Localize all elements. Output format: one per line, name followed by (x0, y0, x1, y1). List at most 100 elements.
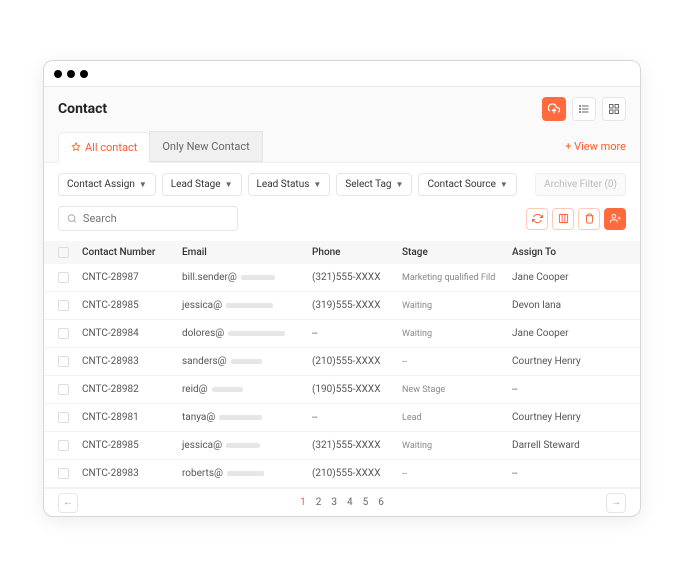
columns-icon (558, 213, 569, 224)
tabs: All contact Only New Contact + View more (44, 131, 640, 163)
cell-contact-number: CNTC-28985 (82, 440, 182, 451)
page-numbers: 123456 (300, 497, 384, 508)
table-row[interactable]: CNTC-28987 bill.sender@ (321)555-XXXX Ma… (44, 264, 640, 292)
page-3[interactable]: 3 (331, 497, 337, 508)
cell-email: sanders@ (182, 356, 312, 367)
filter-lead-status[interactable]: Lead Status▼ (248, 173, 331, 196)
col-stage[interactable]: Stage (402, 247, 512, 258)
page-title: Contact (58, 101, 107, 117)
cell-stage: New Stage (402, 385, 512, 395)
cell-stage: -- (402, 357, 512, 367)
tab-label: Only New Contact (162, 140, 249, 153)
row-checkbox[interactable] (58, 356, 69, 367)
cell-email: dolores@ (182, 328, 312, 339)
cell-phone: (321)555-XXXX (312, 272, 402, 283)
cell-assign: Jane Cooper (512, 272, 622, 283)
table-row[interactable]: CNTC-28984 dolores@ -- Waiting Jane Coop… (44, 320, 640, 348)
cell-phone: (210)555-XXXX (312, 468, 402, 479)
cell-assign: Devon lana (512, 300, 622, 311)
col-email[interactable]: Email (182, 247, 312, 258)
cell-assign: Jane Cooper (512, 328, 622, 339)
window-dot[interactable] (67, 70, 75, 78)
row-checkbox[interactable] (58, 468, 69, 479)
list-view-button[interactable] (572, 97, 596, 121)
cell-assign: -- (512, 384, 622, 395)
upload-button[interactable] (542, 97, 566, 121)
row-checkbox[interactable] (58, 300, 69, 311)
col-phone[interactable]: Phone (312, 247, 402, 258)
cell-contact-number: CNTC-28983 (82, 468, 182, 479)
page-4[interactable]: 4 (347, 497, 353, 508)
grid-icon (608, 103, 620, 115)
filter-bar: Contact Assign▼ Lead Stage▼ Lead Status▼… (44, 163, 640, 206)
toolbar (44, 206, 640, 241)
upload-cloud-icon (548, 103, 560, 115)
page-2[interactable]: 2 (316, 497, 322, 508)
chevron-down-icon: ▼ (139, 180, 147, 189)
row-checkbox[interactable] (58, 272, 69, 283)
cell-email: bill.sender@ (182, 272, 312, 283)
cell-contact-number: CNTC-28987 (82, 272, 182, 283)
search-field[interactable] (83, 212, 229, 225)
toolbar-actions (526, 208, 626, 230)
cell-contact-number: CNTC-28983 (82, 356, 182, 367)
refresh-button[interactable] (526, 208, 548, 230)
window-dot[interactable] (80, 70, 88, 78)
tab-new-contact[interactable]: Only New Contact (149, 131, 262, 162)
cell-stage: -- (402, 469, 512, 479)
cell-contact-number: CNTC-28984 (82, 328, 182, 339)
select-all-checkbox[interactable] (58, 247, 69, 258)
table-row[interactable]: CNTC-28983 sanders@ (210)555-XXXX -- Cou… (44, 348, 640, 376)
search-icon (67, 213, 77, 224)
filter-select-tag[interactable]: Select Tag▼ (336, 173, 412, 196)
table-row[interactable]: CNTC-28985 jessica@ (319)555-XXXX Waitin… (44, 292, 640, 320)
delete-button[interactable] (578, 208, 600, 230)
add-contact-button[interactable] (604, 208, 626, 230)
page-1[interactable]: 1 (300, 497, 306, 508)
chevron-down-icon: ▼ (396, 180, 404, 189)
page-6[interactable]: 6 (378, 497, 384, 508)
contact-table: Contact Number Email Phone Stage Assign … (44, 241, 640, 488)
row-checkbox[interactable] (58, 440, 69, 451)
cell-phone: (190)555-XXXX (312, 384, 402, 395)
cell-stage: Marketing qualified Fild (402, 273, 512, 283)
col-contact-number[interactable]: Contact Number (82, 247, 182, 258)
search-input[interactable] (58, 206, 238, 231)
cell-contact-number: CNTC-28981 (82, 412, 182, 423)
table-header: Contact Number Email Phone Stage Assign … (44, 241, 640, 264)
header-actions (542, 97, 626, 121)
table-row[interactable]: CNTC-28985 jessica@ (321)555-XXXX Waitin… (44, 432, 640, 460)
cell-stage: Lead (402, 413, 512, 423)
view-more-link[interactable]: + View more (565, 140, 626, 153)
chevron-down-icon: ▼ (313, 180, 321, 189)
table-row[interactable]: CNTC-28982 reid@ (190)555-XXXX New Stage… (44, 376, 640, 404)
row-checkbox[interactable] (58, 328, 69, 339)
filter-contact-source[interactable]: Contact Source▼ (418, 173, 516, 196)
cell-contact-number: CNTC-28982 (82, 384, 182, 395)
page-5[interactable]: 5 (363, 497, 369, 508)
archive-filter[interactable]: Archive Filter (0) (535, 173, 626, 196)
col-assign[interactable]: Assign To (512, 247, 622, 258)
cell-assign: Courtney Henry (512, 412, 622, 423)
table-row[interactable]: CNTC-28983 roberts@ (210)555-XXXX -- -- (44, 460, 640, 488)
table-row[interactable]: CNTC-28981 tanya@ -- Lead Courtney Henry (44, 404, 640, 432)
row-checkbox[interactable] (58, 412, 69, 423)
cell-email: tanya@ (182, 412, 312, 423)
cell-phone: -- (312, 412, 402, 423)
cell-email: jessica@ (182, 300, 312, 311)
next-page-button[interactable]: → (606, 493, 626, 513)
window-dot[interactable] (54, 70, 62, 78)
grid-view-button[interactable] (602, 97, 626, 121)
cell-phone: -- (312, 328, 402, 339)
titlebar (44, 61, 640, 87)
columns-button[interactable] (552, 208, 574, 230)
cell-email: reid@ (182, 384, 312, 395)
prev-page-button[interactable]: ← (58, 493, 78, 513)
row-checkbox[interactable] (58, 384, 69, 395)
tab-all-contact[interactable]: All contact (58, 132, 150, 163)
cell-phone: (210)555-XXXX (312, 356, 402, 367)
tab-label: All contact (85, 141, 137, 154)
filter-lead-stage[interactable]: Lead Stage▼ (162, 173, 242, 196)
filter-contact-assign[interactable]: Contact Assign▼ (58, 173, 156, 196)
trash-icon (584, 213, 595, 224)
